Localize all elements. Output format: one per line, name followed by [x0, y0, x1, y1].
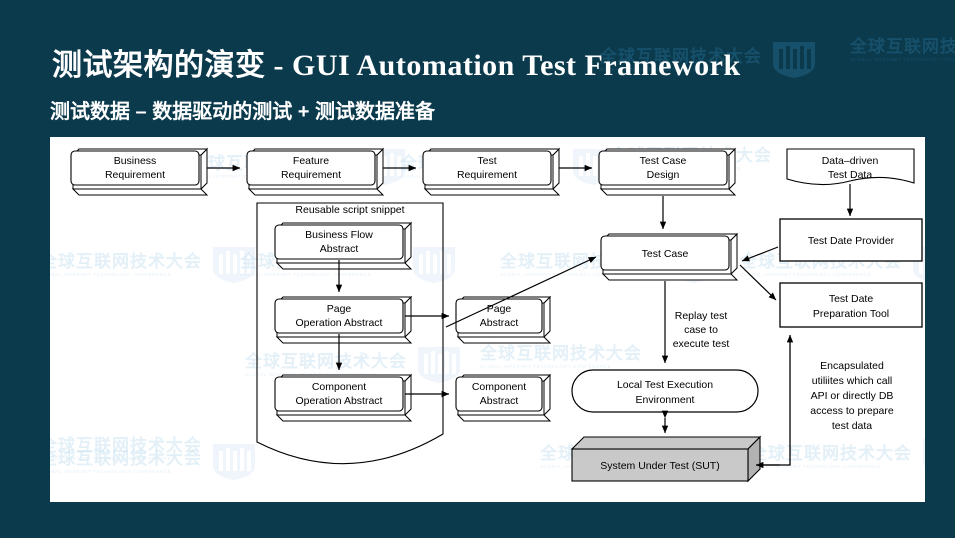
annotation-line2: case to	[684, 324, 718, 336]
node-label-line2: Abstract	[320, 243, 359, 255]
node-label-line2: Requirement	[105, 169, 165, 181]
watermark-cn-text: 全球互联网技术大会	[850, 37, 955, 56]
page-title: 测试架构的演变 - GUI Automation Test Framework	[52, 49, 741, 82]
node-label-line1: Component	[312, 381, 366, 393]
node-label-line1: Business	[114, 155, 157, 167]
annotation-line2: utiliites which call	[812, 375, 893, 387]
node-test-case-design[interactable]: Test Case Design	[598, 147, 737, 196]
node-component-abstract[interactable]: Component Abstract	[455, 373, 552, 422]
node-test-case[interactable]: Test Case	[600, 232, 739, 281]
node-label: System Under Test (SUT)	[600, 460, 719, 472]
node-test-requirement[interactable]: Test Requirement	[422, 147, 561, 196]
annotation-line5: test data	[832, 420, 872, 432]
node-label: Test Date Provider	[808, 235, 895, 247]
node-page-operation-abstract[interactable]: Page Operation Abstract	[274, 295, 413, 344]
node-label-line1: Business Flow	[305, 229, 373, 241]
node-label-line2: Requirement	[281, 169, 341, 181]
annotation-encapsulated-utilities: Encapsulated utiliites which call API or…	[810, 360, 894, 432]
slide-header: 全球互联网技术大会 GLOBAL INTERNET TECHNOLOGY CON…	[0, 0, 955, 137]
node-page-abstract[interactable]: Page Abstract	[455, 295, 552, 344]
node-label-line1: Data–driven	[822, 155, 879, 167]
node-local-test-execution-environment[interactable]: Local Test Execution Environment	[571, 369, 759, 413]
node-component-operation-abstract[interactable]: Component Operation Abstract	[274, 373, 413, 422]
node-label-line2: Requirement	[457, 169, 517, 181]
arrow-sut-to-prep-tool	[763, 334, 794, 466]
node-system-under-test[interactable]: System Under Test (SUT)	[570, 435, 762, 483]
annotation-line3: API or directly DB	[811, 390, 894, 402]
page-subtitle: 测试数据 – 数据驱动的测试 + 测试数据准备	[50, 101, 436, 123]
node-data-driven-test-data[interactable]: Data–driven Test Data	[786, 148, 915, 186]
annotation-replay-test: Replay test case to execute test	[673, 310, 730, 350]
node-feature-requirement[interactable]: Feature Requirement	[246, 147, 385, 196]
group-label-reusable-script-snippet: Reusable script snippet	[295, 204, 404, 216]
arrow-provider-to-tc	[741, 246, 779, 262]
annotation-line1: Encapsulated	[820, 360, 884, 372]
watermark-header-2: 全球互联网技术大会 GLOBAL INTERNET TECHNOLOGY CON…	[850, 38, 955, 63]
arrow-tc-to-prep-tool	[739, 264, 777, 301]
node-label-line2: Operation Abstract	[296, 395, 383, 407]
watermark-en-text: GLOBAL INTERNET TECHNOLOGY CONFERENCE	[850, 57, 955, 62]
node-label-line1: Feature	[293, 155, 329, 167]
node-label-line1: Page	[487, 303, 512, 315]
node-label-line1: Page	[327, 303, 352, 315]
annotation-line3: execute test	[673, 338, 730, 350]
node-label-line1: Test Case	[640, 155, 687, 167]
node-label-line2: Abstract	[480, 395, 519, 407]
node-label-line2: Abstract	[480, 317, 519, 329]
node-label-line1: Local Test Execution	[617, 379, 713, 391]
node-label-line2: Design	[647, 169, 680, 181]
node-business-flow-abstract[interactable]: Business Flow Abstract	[274, 221, 413, 270]
test-framework-flow-diagram: Reusable script snippet Business Require…	[70, 147, 923, 483]
node-label: Test Case	[642, 248, 689, 260]
node-label-line2: Test Data	[828, 169, 873, 181]
diagram-panel: 全球互联网技术大会 GLOBAL INTERNET TECHNOLOGY CON…	[50, 137, 925, 502]
node-test-date-provider[interactable]: Test Date Provider	[779, 218, 923, 262]
node-label-line1: Test Date	[829, 293, 874, 305]
annotation-line4: access to prepare	[810, 405, 894, 417]
gitc-shield-logo-icon	[773, 42, 815, 78]
node-label-line1: Component	[472, 381, 526, 393]
node-label-line2: Operation Abstract	[296, 317, 383, 329]
annotation-line1: Replay test	[675, 310, 728, 322]
node-label-line1: Test	[477, 155, 496, 167]
node-test-date-preparation-tool[interactable]: Test Date Preparation Tool	[779, 282, 923, 328]
node-label-line2: Preparation Tool	[813, 308, 889, 320]
node-label-line2: Environment	[636, 394, 695, 406]
node-business-requirement[interactable]: Business Requirement	[70, 147, 209, 196]
